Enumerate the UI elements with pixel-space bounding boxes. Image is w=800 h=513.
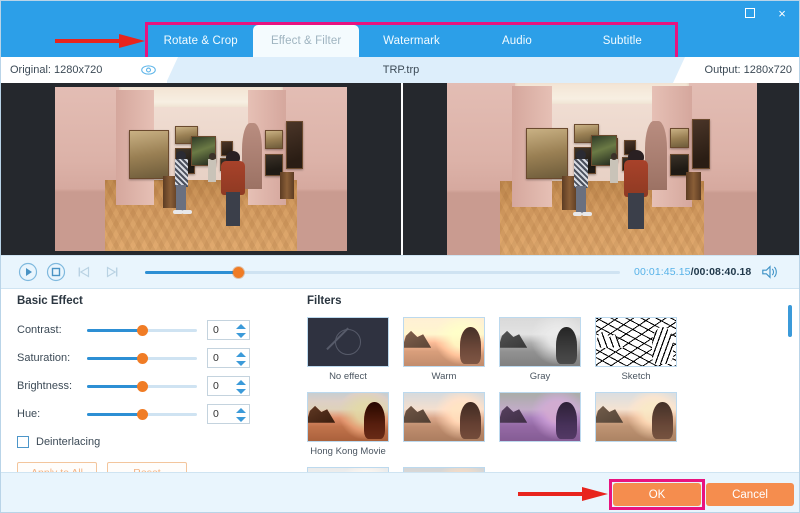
filter-thumbnail xyxy=(403,392,485,442)
filter-thumbnail xyxy=(307,317,389,367)
no-effect-icon xyxy=(335,329,361,355)
hue-value: 0 xyxy=(213,408,219,420)
hue-slider[interactable] xyxy=(87,405,197,423)
output-resolution-text: Output: 1280x720 xyxy=(704,64,792,76)
filter-label: Warm xyxy=(431,371,457,382)
hue-input[interactable]: 0 xyxy=(207,404,250,424)
tab-watermark[interactable]: Watermark xyxy=(359,25,464,57)
stop-icon[interactable] xyxy=(45,261,67,283)
basic-effect-title: Basic Effect xyxy=(17,295,83,307)
saturation-label: Saturation: xyxy=(17,352,71,364)
saturation-value: 0 xyxy=(213,352,219,364)
filter-grid: No effect Warm Gray Sketch Hong Kong Mov xyxy=(307,317,759,472)
deinterlacing-checkbox[interactable]: Deinterlacing xyxy=(17,433,295,451)
ok-button[interactable]: OK xyxy=(613,483,701,506)
filter-thumbnail xyxy=(403,317,485,367)
total-time: 00:08:40.18 xyxy=(693,266,752,278)
hue-row: Hue: 0 xyxy=(17,401,295,427)
saturation-row: Saturation: 0 xyxy=(17,345,295,371)
filter-item-sketch[interactable]: Sketch xyxy=(595,317,677,382)
timecode-display: 00:01:45.15/00:08:40.18 xyxy=(634,266,751,278)
title-bar: × Rotate & Crop Effect & Filter Watermar… xyxy=(1,1,799,60)
filter-item-8[interactable] xyxy=(595,392,677,457)
tab-audio[interactable]: Audio xyxy=(464,25,569,57)
annotation-arrow-tabs xyxy=(55,34,145,48)
contrast-slider-thumb[interactable] xyxy=(137,324,148,336)
window-controls: × xyxy=(741,4,791,22)
filter-item-gray[interactable]: Gray xyxy=(499,317,581,382)
brightness-slider-thumb[interactable] xyxy=(137,380,148,392)
seek-slider[interactable] xyxy=(145,263,620,281)
filter-label: Gray xyxy=(529,371,551,382)
seek-thumb[interactable] xyxy=(232,267,244,278)
filters-scrollbar-thumb[interactable] xyxy=(788,305,792,337)
filters-section: Filters No effect Warm Gray Sketch Hong … xyxy=(295,289,799,472)
tab-strip: Rotate & Crop Effect & Filter Watermark … xyxy=(148,25,675,57)
current-time: 00:01:45.15 xyxy=(634,266,691,278)
filter-item-hong-kong-movie[interactable]: Hong Kong Movie xyxy=(307,392,389,457)
output-video-frame xyxy=(447,83,757,255)
contrast-input[interactable]: 0 xyxy=(207,320,250,340)
brightness-input[interactable]: 0 xyxy=(207,376,250,396)
filter-thumbnail xyxy=(499,392,581,442)
original-video-frame xyxy=(55,87,347,251)
eye-icon[interactable] xyxy=(141,63,156,77)
hue-stepper[interactable] xyxy=(235,406,246,424)
original-preview-pane[interactable] xyxy=(1,83,401,255)
filter-label: Hong Kong Movie xyxy=(310,446,386,457)
filter-thumbnail xyxy=(499,317,581,367)
tab-rotate-crop[interactable]: Rotate & Crop xyxy=(148,25,253,57)
volume-icon[interactable] xyxy=(761,263,779,281)
brightness-label: Brightness: xyxy=(17,380,73,392)
output-preview-pane[interactable] xyxy=(401,83,799,255)
saturation-stepper[interactable] xyxy=(235,350,246,368)
filter-item-7[interactable] xyxy=(499,392,581,457)
original-resolution-text: Original: 1280x720 xyxy=(10,64,103,76)
video-editor-window: × Rotate & Crop Effect & Filter Watermar… xyxy=(0,0,800,513)
contrast-slider[interactable] xyxy=(87,321,197,339)
saturation-slider[interactable] xyxy=(87,349,197,367)
filter-item-6[interactable] xyxy=(403,392,485,457)
saturation-slider-thumb[interactable] xyxy=(137,352,148,364)
brightness-row: Brightness: 0 xyxy=(17,373,295,399)
basic-effect-section: Basic Effect Contrast: 0 Saturation: 0 B… xyxy=(1,289,295,483)
filter-thumbnail xyxy=(307,392,389,442)
deinterlacing-checkbox-box[interactable] xyxy=(17,436,29,448)
filter-item-no-effect[interactable]: No effect xyxy=(307,317,389,382)
filters-title: Filters xyxy=(307,295,342,307)
saturation-input[interactable]: 0 xyxy=(207,348,250,368)
filter-item-warm[interactable]: Warm xyxy=(403,317,485,382)
info-strip: TRP.trp Original: 1280x720 Output: 1280x… xyxy=(1,57,799,83)
hue-label: Hue: xyxy=(17,408,41,420)
contrast-stepper[interactable] xyxy=(235,322,246,340)
seek-fill xyxy=(145,271,238,274)
preview-area xyxy=(1,83,799,255)
deinterlacing-label: Deinterlacing xyxy=(36,436,101,448)
close-icon[interactable]: × xyxy=(773,4,791,22)
output-resolution-label: Output: 1280x720 xyxy=(672,57,799,83)
cancel-button[interactable]: Cancel xyxy=(706,483,794,506)
annotation-arrow-ok xyxy=(518,487,608,501)
brightness-value: 0 xyxy=(213,380,219,392)
contrast-row: Contrast: 0 xyxy=(17,317,295,343)
filter-label: No effect xyxy=(329,371,367,382)
tab-subtitle[interactable]: Subtitle xyxy=(570,25,675,57)
filter-label: Sketch xyxy=(621,371,651,382)
brightness-slider[interactable] xyxy=(87,377,197,395)
contrast-value: 0 xyxy=(213,324,219,336)
maximize-icon[interactable] xyxy=(741,4,759,22)
tab-effect-filter[interactable]: Effect & Filter xyxy=(253,25,359,57)
effect-filter-panel: Basic Effect Contrast: 0 Saturation: 0 B… xyxy=(1,289,799,483)
hue-slider-thumb[interactable] xyxy=(137,408,148,420)
footer-bar: OK Cancel xyxy=(1,472,799,512)
previous-frame-icon[interactable] xyxy=(73,261,95,283)
contrast-label: Contrast: xyxy=(17,324,62,336)
brightness-stepper[interactable] xyxy=(235,378,246,396)
playback-controls-bar: 00:01:45.15/00:08:40.18 xyxy=(1,255,799,289)
play-icon[interactable] xyxy=(17,261,39,283)
filter-thumbnail xyxy=(595,392,677,442)
next-frame-icon[interactable] xyxy=(101,261,123,283)
filter-thumbnail xyxy=(595,317,677,367)
